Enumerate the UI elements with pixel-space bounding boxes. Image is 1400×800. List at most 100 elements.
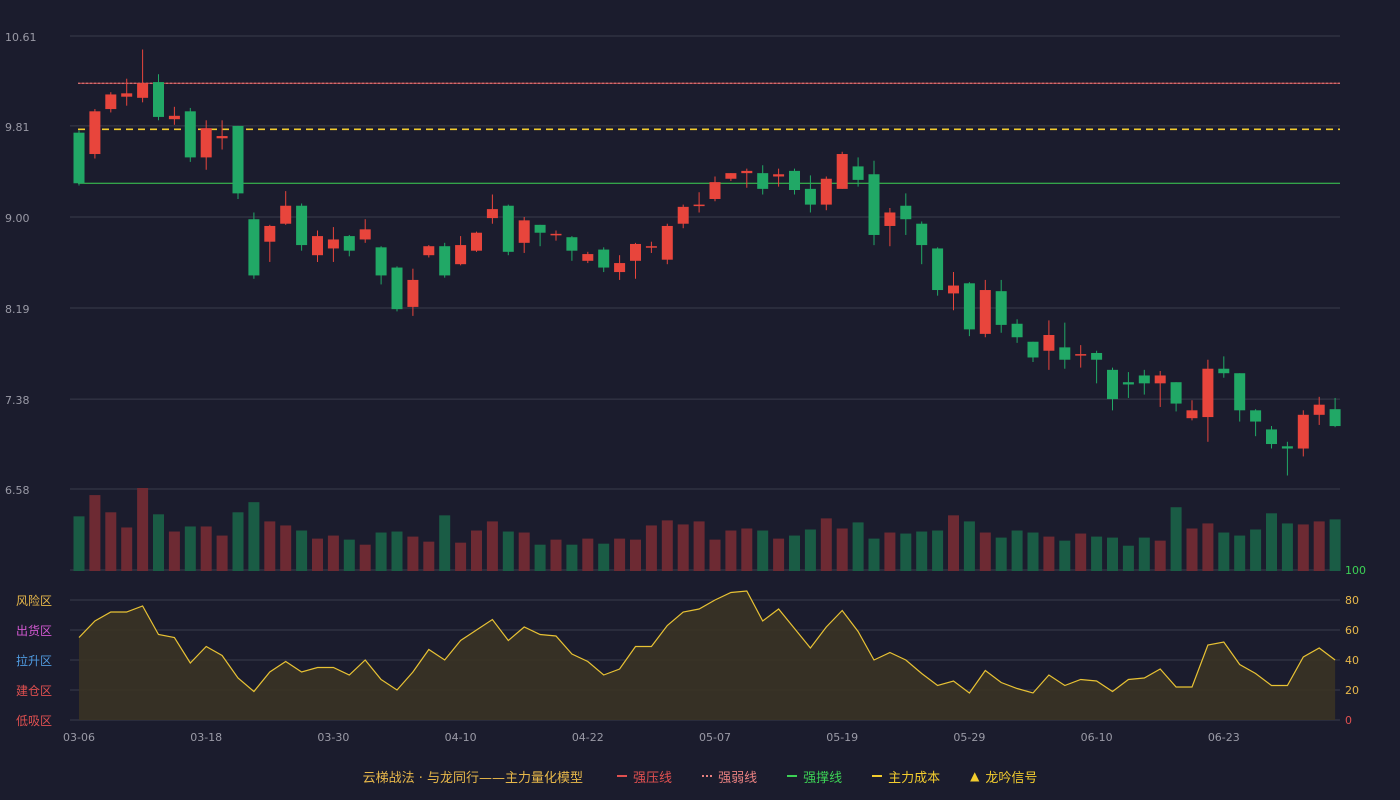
candle-body bbox=[280, 205, 292, 224]
candle-body bbox=[1313, 404, 1325, 415]
zone-label: 拉升区 bbox=[16, 653, 52, 668]
volume-bar bbox=[73, 516, 85, 571]
volume-bar bbox=[1281, 523, 1293, 571]
candle-body bbox=[200, 128, 212, 158]
candle-body bbox=[820, 178, 832, 205]
candle-body bbox=[852, 166, 864, 180]
candle-body bbox=[296, 205, 308, 246]
volume-bar bbox=[455, 542, 467, 571]
candle-body bbox=[327, 239, 339, 249]
legend-item-dragon-signal[interactable]: ▲ 龙吟信号 bbox=[970, 767, 1037, 786]
price-tick-label: 6.58 bbox=[5, 484, 30, 497]
volume-bar bbox=[1170, 507, 1182, 571]
candle-body bbox=[1122, 382, 1134, 385]
legend-item-strong-support[interactable]: 强撑线 bbox=[787, 767, 842, 786]
chart-stage: 10.61 9.81 9.00 8.19 7.38 6.58 100 80 60 40 20 0 风险区… bbox=[0, 0, 1400, 800]
volume-bar bbox=[645, 525, 657, 571]
volume-bar bbox=[582, 538, 594, 571]
candle-body bbox=[1234, 373, 1246, 411]
candle-body bbox=[582, 254, 594, 261]
price-tick-label: 9.81 bbox=[5, 121, 30, 134]
volume-bar bbox=[709, 539, 721, 571]
candle-body bbox=[1059, 347, 1071, 360]
volume-bar bbox=[439, 515, 451, 571]
candle-body bbox=[518, 220, 530, 243]
volume-bar bbox=[264, 521, 276, 571]
volume-bar bbox=[836, 528, 848, 571]
candle-body bbox=[757, 173, 769, 189]
oscillator-tick-label: 40 bbox=[1345, 654, 1359, 667]
volume-bar bbox=[391, 531, 403, 571]
volume-bar bbox=[1027, 532, 1039, 571]
volume-bar bbox=[852, 522, 864, 571]
candle-body bbox=[677, 206, 689, 224]
candle-body bbox=[1043, 335, 1055, 351]
candle-body bbox=[1107, 369, 1118, 400]
volume-bar bbox=[884, 532, 896, 571]
volume-bar bbox=[89, 495, 101, 571]
zone-label: 出货区 bbox=[16, 623, 52, 638]
candle-body bbox=[963, 283, 975, 330]
volume-bar bbox=[1154, 540, 1166, 571]
volume-bar bbox=[1313, 521, 1325, 571]
legend-label: 龙吟信号 bbox=[985, 770, 1038, 786]
candle-body bbox=[455, 245, 467, 265]
legend-item-strength-line[interactable]: 强弱线 bbox=[702, 767, 757, 786]
candle-body bbox=[168, 115, 180, 120]
candle-body bbox=[725, 173, 737, 179]
chart-canvas: 10.61 9.81 9.00 8.19 7.38 6.58 100 80 60 40 20 0 风险区… bbox=[5, 31, 1366, 744]
volume-bar bbox=[868, 538, 880, 571]
volume-bar bbox=[1218, 532, 1230, 571]
candle-body bbox=[534, 224, 546, 233]
volume-bar bbox=[1138, 537, 1150, 571]
volume-bar bbox=[375, 532, 387, 571]
candle-body bbox=[932, 248, 944, 291]
volume-bar bbox=[168, 531, 180, 571]
volume-bar bbox=[693, 521, 705, 571]
candle-body bbox=[1218, 368, 1230, 374]
volume-bar bbox=[1202, 523, 1214, 571]
volume-bar bbox=[725, 530, 737, 571]
candle-body bbox=[1202, 368, 1214, 418]
x-tick-label: 06-23 bbox=[1208, 731, 1240, 744]
volume-bar bbox=[1075, 533, 1087, 571]
zone-label: 建仓区 bbox=[16, 684, 52, 698]
volume-bar bbox=[948, 515, 959, 571]
candle-body bbox=[836, 154, 848, 189]
volume-bar bbox=[1091, 536, 1103, 571]
candle-body bbox=[105, 94, 117, 110]
candle-body bbox=[423, 246, 435, 256]
volume-bar bbox=[216, 535, 228, 571]
oscillator-tick-label: 60 bbox=[1345, 624, 1359, 637]
candle-body bbox=[661, 225, 673, 260]
candle-body bbox=[89, 111, 101, 155]
legend-item-main-cost[interactable]: 主力成本 bbox=[872, 767, 940, 786]
candle-body bbox=[1266, 429, 1277, 445]
volume-bar bbox=[359, 544, 371, 571]
volume-bar bbox=[137, 488, 149, 571]
volume-bar bbox=[661, 520, 673, 571]
legend-title: 云梯战法 · 与龙同行——主力量化模型 bbox=[362, 770, 584, 786]
candle-body bbox=[502, 205, 514, 252]
candle-body bbox=[216, 136, 228, 139]
candle-body bbox=[137, 83, 149, 98]
zone-label: 低吸区 bbox=[16, 714, 52, 728]
candle-body bbox=[471, 232, 482, 251]
volume-bar bbox=[916, 531, 928, 571]
price-tick-label: 10.61 bbox=[5, 31, 37, 44]
candle-body bbox=[916, 223, 928, 246]
candle-body bbox=[359, 229, 371, 240]
legend-item-strong-resistance[interactable]: 强压线 bbox=[617, 767, 672, 786]
volume-bar bbox=[1266, 513, 1277, 571]
candle-body bbox=[979, 290, 991, 334]
candle-body bbox=[486, 209, 498, 219]
candle-body bbox=[630, 243, 641, 261]
volume-bar bbox=[932, 530, 944, 571]
price-tick-label: 7.38 bbox=[5, 394, 30, 407]
chart-legend: 云梯战法 · 与龙同行——主力量化模型 强压线 强弱线 强撑线 主力成本 ▲ 龙… bbox=[0, 766, 1400, 786]
price-tick-label: 8.19 bbox=[5, 303, 30, 316]
oscillator-area bbox=[79, 591, 1336, 720]
oscillator-layer bbox=[78, 590, 1336, 720]
candle-body bbox=[550, 233, 562, 236]
candle-body bbox=[868, 174, 880, 235]
